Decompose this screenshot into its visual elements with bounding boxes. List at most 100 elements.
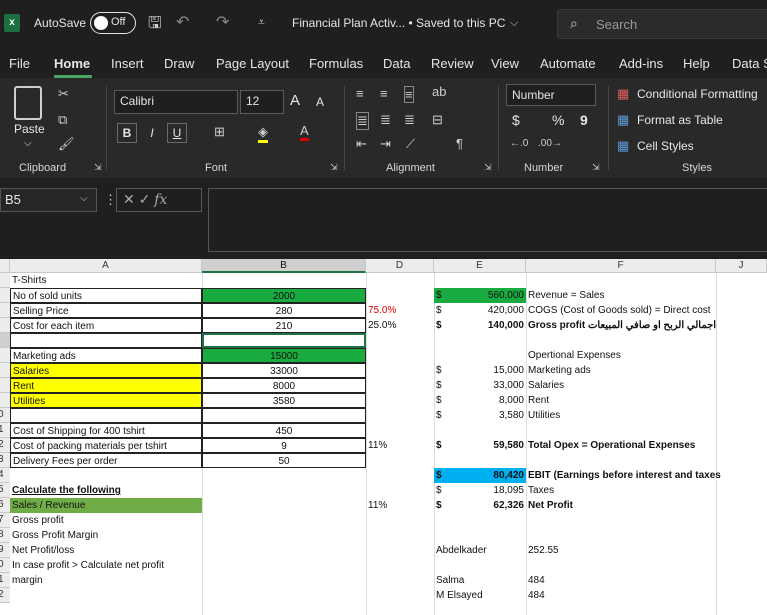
cell-a[interactable]: T-Shirts [10,273,202,288]
cell-styles-icon[interactable]: ▦ [617,138,629,154]
cut-icon[interactable]: ✂ [58,86,69,102]
merge-center-icon[interactable]: ⊟ [432,112,443,128]
row-header[interactable] [0,378,10,393]
cell-f[interactable]: 484 [526,573,716,588]
row-header[interactable] [0,273,10,288]
format-painter-icon[interactable]: 🖌 [58,136,75,152]
alignment-launcher-icon[interactable]: ⇲ [484,162,492,173]
tab-data-s[interactable]: Data S [732,56,767,71]
undo-icon[interactable]: ↶ [176,12,189,32]
cell-f[interactable]: Gross profit اجمالي الربح او صافي المبيع… [526,318,716,333]
increase-decimal-icon[interactable]: ←.0 [510,138,528,149]
cell-a[interactable]: Sales / Revenue [10,498,202,513]
number-format-select[interactable]: Number [506,84,596,106]
comma-style-button[interactable]: 9 [580,112,588,128]
spreadsheet-grid[interactable]: A B D E F J 0 1 2 3 4 5 6 7 8 9 0 1 2 T-… [0,259,767,615]
redo-icon[interactable]: ↷ [216,12,229,32]
tab-data[interactable]: Data [383,56,410,71]
cell-a[interactable]: Utilities [10,393,202,408]
row-header[interactable]: 4 [0,468,10,483]
cell-b[interactable]: 450 [202,423,366,438]
cell-f[interactable]: COGS (Cost of Goods sold) = Direct cost [526,303,716,318]
document-title[interactable]: Financial Plan Activ... • Saved to this … [292,16,505,30]
decrease-decimal-icon[interactable]: .00→ [538,138,562,149]
tab-file[interactable]: File [9,56,30,71]
insert-function-button[interactable]: fx [154,192,167,208]
tab-insert[interactable]: Insert [111,56,144,71]
cell-e[interactable]: $62,326 [434,498,526,513]
align-center-icon[interactable]: ≣ [380,112,391,128]
decrease-indent-icon[interactable]: ⇤ [356,136,367,152]
cell-d[interactable]: 75.0% [366,303,434,318]
format-as-table-icon[interactable]: ▦ [617,112,629,128]
cell-a[interactable]: Cost of Shipping for 400 tshirt [10,423,202,438]
chevron-down-icon[interactable]: ⌵ [510,17,518,30]
font-color-icon[interactable]: A [300,123,309,141]
cell-f[interactable]: Marketing ads [526,363,716,378]
cell-a[interactable]: Delivery Fees per order [10,453,202,468]
cell-b[interactable]: 210 [202,318,366,333]
autosave-toggle[interactable]: Off [90,12,136,34]
underline-button[interactable]: U [167,123,187,143]
cell-f[interactable]: Net Profit [526,498,716,513]
cell-f[interactable]: Total Opex = Operational Expenses [526,438,716,453]
cell-a[interactable]: margin [10,573,202,588]
column-header-e[interactable]: E [434,259,526,273]
cell-a[interactable]: No of sold units [10,288,202,303]
percent-button[interactable]: % [552,112,564,128]
cell-e[interactable]: $59,580 [434,438,526,453]
active-cell-b5[interactable] [202,333,366,348]
conditional-formatting-button[interactable]: Conditional Formatting [637,87,758,101]
cell-b[interactable]: 9 [202,438,366,453]
number-launcher-icon[interactable]: ⇲ [592,162,600,173]
row-header[interactable] [0,318,10,333]
row-header[interactable]: 1 [0,423,10,438]
copy-icon[interactable]: ⧉ [58,112,67,128]
search-box[interactable]: ⌕ Search [557,9,767,39]
cell-e[interactable]: Abdelkader [434,543,526,558]
italic-button[interactable]: I [142,123,162,143]
row-header[interactable] [0,393,10,408]
cell-b[interactable]: 2000 [202,288,366,303]
cell-b[interactable]: 8000 [202,378,366,393]
row-header[interactable] [0,363,10,378]
row-header[interactable]: 9 [0,543,10,558]
row-header[interactable]: 6 [0,498,10,513]
cell-f[interactable]: Opertional Expenses [526,348,716,363]
cell-b-empty[interactable] [202,408,366,423]
row-header[interactable]: 0 [0,558,10,573]
customize-toolbar-icon[interactable]: ⩡ [258,15,265,30]
cell-f[interactable]: Salaries [526,378,716,393]
cell-b[interactable]: 33000 [202,363,366,378]
wrap-text-icon[interactable]: ab [432,84,446,99]
paste-label[interactable]: Paste [14,122,45,136]
align-right-icon[interactable]: ≣ [404,112,415,128]
cancel-icon[interactable]: ✕ [123,191,135,207]
save-icon[interactable]: 🖫 [148,12,162,39]
cell-f[interactable]: 484 [526,588,716,603]
cell-e[interactable]: $560,000 [434,288,526,303]
cell-e[interactable]: $18,095 [434,483,526,498]
column-header-b[interactable]: B [202,259,366,273]
cell-f[interactable]: Rent [526,393,716,408]
column-header-f[interactable]: F [526,259,716,273]
tab-draw[interactable]: Draw [164,56,194,71]
tab-review[interactable]: Review [431,56,474,71]
align-bottom-icon[interactable]: ≡ [404,86,414,103]
cell-e[interactable]: $420,000 [434,303,526,318]
cell-e[interactable]: $33,000 [434,378,526,393]
clipboard-launcher-icon[interactable]: ⇲ [94,162,102,173]
font-launcher-icon[interactable]: ⇲ [330,162,338,173]
conditional-formatting-icon[interactable]: ▦ [617,86,629,102]
cell-f[interactable]: Revenue = Sales [526,288,716,303]
cell-a[interactable]: Salaries [10,363,202,378]
cell-a[interactable]: Marketing ads [10,348,202,363]
row-header[interactable]: 3 [0,453,10,468]
grow-font-button[interactable]: A [290,92,300,109]
cell-e[interactable]: Salma [434,573,526,588]
tab-add-ins[interactable]: Add-ins [619,56,663,71]
row-header[interactable]: 2 [0,438,10,453]
font-name-select[interactable]: Calibri [114,90,238,114]
currency-button[interactable]: $ [512,112,520,128]
cell-e[interactable]: $3,580 [434,408,526,423]
